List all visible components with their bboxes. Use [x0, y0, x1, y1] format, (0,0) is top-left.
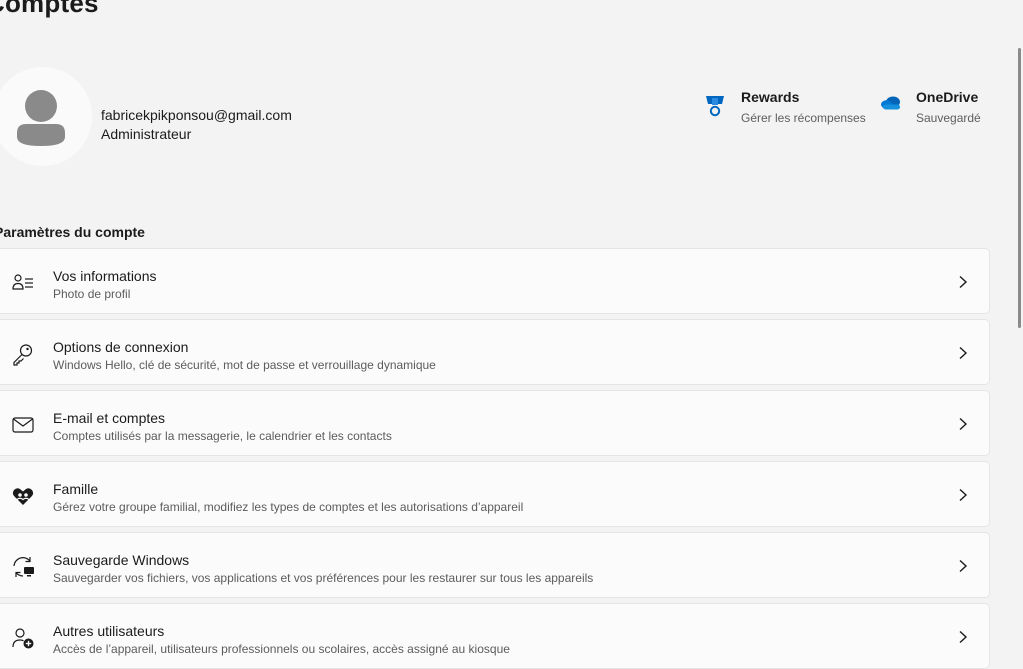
rewards-title: Rewards [741, 89, 800, 105]
settings-item-subtitle: Sauvegarder vos fichiers, vos applicatio… [53, 571, 594, 585]
settings-item-subtitle: Windows Hello, clé de sécurité, mot de p… [53, 358, 436, 372]
settings-item-other-users[interactable]: Autres utilisateurs Accès de l’appareil,… [0, 603, 990, 669]
mail-icon [12, 417, 34, 433]
family-heart-icon [12, 488, 34, 505]
key-icon [13, 344, 33, 366]
chevron-right-icon [959, 275, 968, 289]
chevron-right-icon [959, 630, 968, 644]
rewards-subtitle: Gérer les récompenses [741, 111, 866, 125]
vertical-scrollbar[interactable] [1018, 48, 1021, 328]
settings-item-title: Famille [53, 481, 99, 497]
settings-item-title: E-mail et comptes [53, 410, 166, 426]
settings-item-title: Vos informations [53, 268, 157, 284]
settings-item-title: Autres utilisateurs [53, 623, 165, 639]
avatar[interactable] [0, 67, 92, 166]
cloud-icon [881, 96, 900, 110]
settings-item-sign-in-options[interactable]: Options de connexion Windows Hello, clé … [0, 319, 990, 385]
section-title: Paramètres du compte [0, 224, 145, 240]
onedrive-subtitle: Sauvegardé [916, 111, 981, 125]
onedrive-title: OneDrive [916, 89, 979, 105]
profile-role: Administrateur [101, 126, 192, 142]
settings-item-title: Options de connexion [53, 339, 189, 355]
chevron-right-icon [959, 417, 968, 431]
chevron-right-icon [959, 488, 968, 502]
chevron-right-icon [959, 559, 968, 573]
user-placeholder-icon [17, 90, 65, 146]
settings-item-subtitle: Comptes utilisés par la messagerie, le c… [53, 429, 392, 443]
add-user-icon [12, 628, 34, 649]
person-info-icon [12, 274, 33, 290]
settings-item-your-info[interactable]: Vos informations Photo de profil [0, 248, 990, 314]
page-title: Comptes [0, 0, 99, 18]
medal-icon [706, 96, 724, 117]
settings-item-subtitle: Accès de l’appareil, utilisateurs profes… [53, 642, 510, 656]
settings-item-title: Sauvegarde Windows [53, 552, 190, 568]
settings-item-subtitle: Photo de profil [53, 287, 131, 301]
chevron-right-icon [959, 346, 968, 360]
settings-item-subtitle: Gérez votre groupe familial, modifiez le… [53, 500, 524, 514]
settings-item-email-accounts[interactable]: E-mail et comptes Comptes utilisés par l… [0, 390, 990, 456]
profile-email: fabricekpikponsou@gmail.com [101, 107, 292, 123]
settings-item-windows-backup[interactable]: Sauvegarde Windows Sauvegarder vos fichi… [0, 532, 990, 598]
settings-item-family[interactable]: Famille Gérez votre groupe familial, mod… [0, 461, 990, 527]
backup-icon [13, 557, 34, 577]
